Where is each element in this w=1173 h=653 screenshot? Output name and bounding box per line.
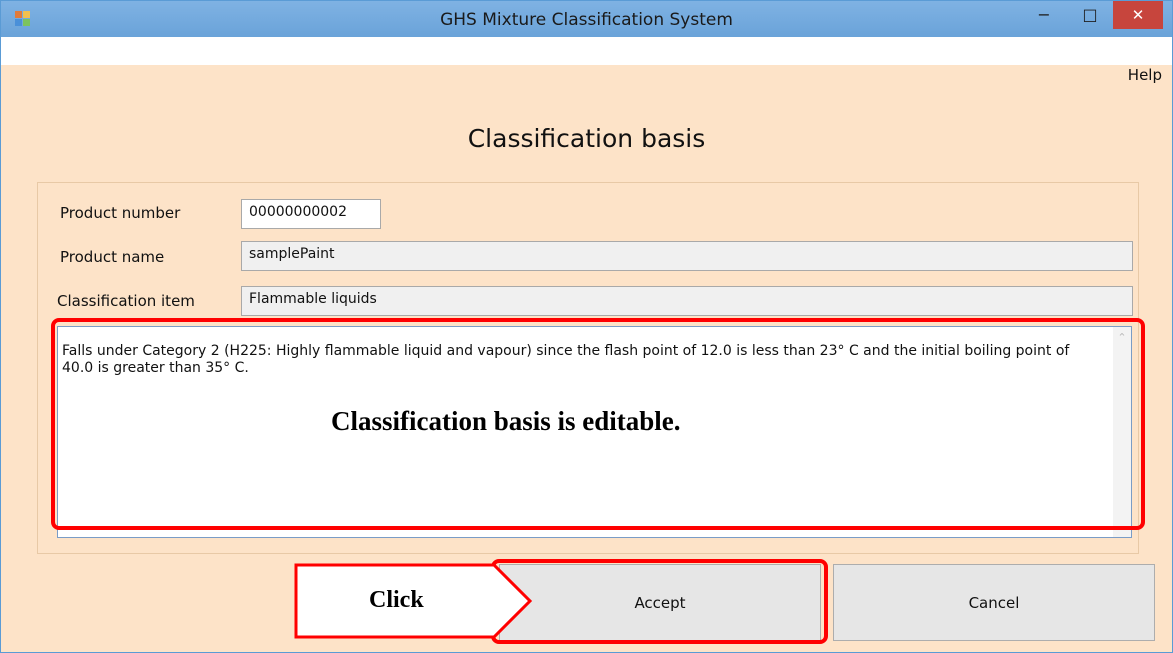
menu-bar: [1, 37, 1172, 65]
product-name-field[interactable]: samplePaint: [241, 241, 1133, 271]
menu-item-help[interactable]: Help: [1128, 66, 1162, 84]
maximize-button[interactable]: □: [1067, 1, 1113, 29]
product-number-field[interactable]: 00000000002: [241, 199, 381, 229]
classification-item-field[interactable]: Flammable liquids: [241, 286, 1133, 316]
window-title: GHS Mixture Classification System: [440, 10, 733, 30]
accept-highlight-box: [491, 559, 828, 644]
product-name-label: Product name: [60, 248, 165, 266]
editable-note: Classification basis is editable.: [331, 406, 681, 436]
main-window: GHS Mixture Classification System − □ ✕ …: [0, 0, 1173, 653]
minimize-button[interactable]: −: [1021, 1, 1067, 29]
classification-item-label: Classification item: [57, 292, 195, 310]
close-button[interactable]: ✕: [1113, 1, 1163, 29]
click-note: Click: [369, 587, 424, 613]
page-title: Classification basis: [467, 124, 706, 153]
title-bar: GHS Mixture Classification System − □ ✕: [1, 1, 1172, 37]
product-number-label: Product number: [60, 204, 181, 222]
cancel-button[interactable]: Cancel: [833, 564, 1155, 641]
